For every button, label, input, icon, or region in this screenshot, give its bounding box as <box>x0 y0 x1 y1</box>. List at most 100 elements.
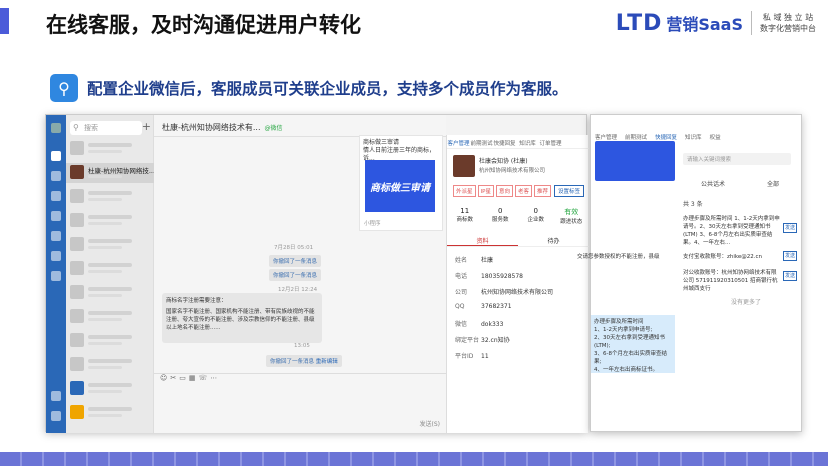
message-body: 国家名字不能注册、国家机构不能注册、带有民族歧视的不能注册、夸大宣传的不能注册、… <box>166 309 315 331</box>
title-accent-bar <box>0 8 9 34</box>
list-item[interactable] <box>66 307 154 327</box>
image-icon[interactable]: ▦ <box>189 374 199 382</box>
profile-tabs: 资料 待办 <box>447 233 589 247</box>
emoji-icon[interactable]: ☺ <box>160 374 170 382</box>
search-input[interactable]: 请输入关键词搜索 <box>683 153 791 165</box>
tag: 推荐 <box>534 185 552 197</box>
search-input[interactable]: ⚲ 搜索 <box>70 121 142 135</box>
timestamp: 7月28日 05:01 <box>274 245 314 251</box>
tab-info[interactable]: 资料 <box>447 233 518 246</box>
tab-rights[interactable]: 权益 <box>710 135 721 141</box>
timestamp: 13:05 <box>294 343 310 349</box>
customer-panel: 客户管理前期测试快捷回复 知识库 订单管理 杜康会知协 (杜康) 杭州知协网络技术有… <box>446 135 589 433</box>
customer-company: 杭州知协网络技术有限公司 <box>479 168 546 174</box>
chat-snippet: 交请您参数授权的不能注册，县级 <box>577 254 660 260</box>
no-more: 没有更多了 <box>731 299 762 306</box>
card-image <box>595 141 675 181</box>
tab-test[interactable]: 前期测试 <box>625 135 647 141</box>
field-row: 微信 dok333 <box>455 321 504 328</box>
set-tag-button[interactable]: 设置标签 <box>553 185 584 197</box>
settings-icon[interactable] <box>51 391 61 401</box>
tab-quick-reply[interactable]: 快捷回复 <box>655 135 677 141</box>
calendar-icon[interactable] <box>51 191 61 201</box>
list-item[interactable] <box>66 187 154 207</box>
re-edit-link[interactable]: 重新编辑 <box>316 359 338 365</box>
tab-knowledge[interactable]: 知识库 <box>516 135 539 147</box>
filter-left[interactable]: 公共话术 <box>701 179 725 188</box>
list-item-selected[interactable]: 杜康-杭州知协网络技... <box>66 163 155 183</box>
tab-customer[interactable]: 客户管理 <box>595 135 617 141</box>
tab-quick-reply[interactable]: 快捷回复 <box>493 135 516 147</box>
w2-tabs: 客户管理 前期测试 快捷回复 知识库 权益 <box>591 133 803 145</box>
field-row: 公司 杭州知协网络技术有限公司 <box>455 289 554 296</box>
logo-tagline: 私 域 独 立 站数字化营销中台 <box>760 13 816 33</box>
quick-reply-window: 客户管理 前期测试 快捷回复 知识库 权益 请输入关键词搜索 公共话术 全部 共 3 条… <box>577 114 803 432</box>
list-item[interactable] <box>66 403 154 423</box>
field-row: 姓名 杜康 <box>455 257 494 264</box>
list-item: 对公收款账号：杭州知协网络技术有限公司 571911920310501 招商银行… <box>683 270 778 292</box>
tag: 意向 <box>495 185 513 197</box>
scissors-icon[interactable]: ✂ <box>170 374 179 382</box>
list-item[interactable] <box>66 355 154 375</box>
logo-divider <box>751 11 752 35</box>
send-button[interactable]: 发送(S) <box>420 419 441 428</box>
chat-icon[interactable] <box>51 151 61 161</box>
stat: 0 企业数 <box>527 207 544 223</box>
nav-rail <box>46 115 66 433</box>
timestamp: 12月2日 12:24 <box>278 287 318 293</box>
customer-avatar <box>453 155 475 177</box>
chat-tag: @微信 <box>264 125 283 132</box>
subheading-text: 配置企业微信后，客服成员可关联企业成员，支持多个成员作为客服。 <box>87 80 568 98</box>
card-image: 商标做三审请 <box>365 160 435 212</box>
message-bubble: 商标名字注册需要注意： 国家名字不能注册、国家机构不能注册、带有民族歧视的不能注… <box>162 293 322 343</box>
wecom-window: ⚲ 搜索 + 杜康-杭州知协网络技... 杜康-杭州知协网络技术有... @微信 商… <box>45 114 589 433</box>
drive-icon[interactable] <box>51 271 61 281</box>
send-button[interactable]: 发送 <box>783 223 797 233</box>
customer-name: 杜康会知协 (杜康) <box>479 158 528 165</box>
call-icon[interactable]: ☏ <box>198 374 210 382</box>
subheading-row: ⚲ 配置企业微信后，客服成员可关联企业成员，支持多个成员作为客服。 <box>50 74 568 102</box>
list-item[interactable] <box>66 211 154 231</box>
menu-icon[interactable] <box>51 411 61 421</box>
add-icon[interactable]: + <box>142 120 151 133</box>
list-item[interactable] <box>66 139 154 159</box>
tab-test[interactable]: 前期测试 <box>470 135 493 147</box>
chat-header: 杜康-杭州知协网络技术有... @微信 <box>154 115 446 137</box>
tab-todo[interactable]: 待办 <box>518 233 589 246</box>
field-row: QQ 37682371 <box>455 303 512 310</box>
send-button[interactable]: 发送 <box>783 251 797 261</box>
workbench-icon[interactable] <box>51 251 61 261</box>
tab-knowledge[interactable]: 知识库 <box>685 135 702 141</box>
field-row: 电话 18035928578 <box>455 273 523 280</box>
field-row: 绑定平台 32.cn知协 <box>455 337 510 344</box>
chat-area: 杜康-杭州知协网络技术有... @微信 商标做三审请 情人日前注册三年的商标，诉..… <box>154 115 446 433</box>
list-item[interactable] <box>66 283 154 303</box>
user-avatar[interactable] <box>51 123 61 133</box>
phone-search-icon: ⚲ <box>50 74 78 102</box>
list-item[interactable] <box>66 259 154 279</box>
list-item[interactable] <box>66 331 154 351</box>
list-item: 支付宝收款账号：zhike@22.cn <box>683 254 763 260</box>
docs-icon[interactable] <box>51 211 61 221</box>
card-footer: 小程序 <box>364 221 381 227</box>
send-button[interactable]: 发送 <box>783 271 797 281</box>
folder-icon[interactable]: ▭ <box>179 374 189 382</box>
stat: 11 商标数 <box>456 207 473 223</box>
mini-program-card[interactable]: 商标做三审请 情人日前注册三年的商标，诉... 商标做三审请 小程序 <box>359 135 443 231</box>
panel-tabs: 客户管理前期测试快捷回复 知识库 订单管理 <box>447 135 589 149</box>
filter-right[interactable]: 全部 <box>767 179 779 188</box>
more-icon[interactable]: ⋯ <box>210 374 220 382</box>
input-toolbar: ☺✂▭▦☏⋯ <box>154 373 446 385</box>
tab-customer[interactable]: 客户管理 <box>447 135 470 147</box>
result-count: 共 3 条 <box>683 201 703 208</box>
list-item[interactable] <box>66 235 154 255</box>
logo-brand: 营销SaaS <box>666 15 743 34</box>
list-item[interactable] <box>66 379 154 399</box>
contacts-icon[interactable] <box>51 171 61 181</box>
mail-icon[interactable] <box>51 231 61 241</box>
logo-mark: LTD <box>615 10 663 36</box>
tab-orders[interactable]: 订单管理 <box>539 135 562 147</box>
chat-title: 杜康-杭州知协网络技术有... <box>162 123 261 132</box>
tag: 外派星 <box>453 185 476 197</box>
customer-stats: 11 商标数 0 服务数 0 企业数 有效 跟进状态 <box>447 207 589 225</box>
